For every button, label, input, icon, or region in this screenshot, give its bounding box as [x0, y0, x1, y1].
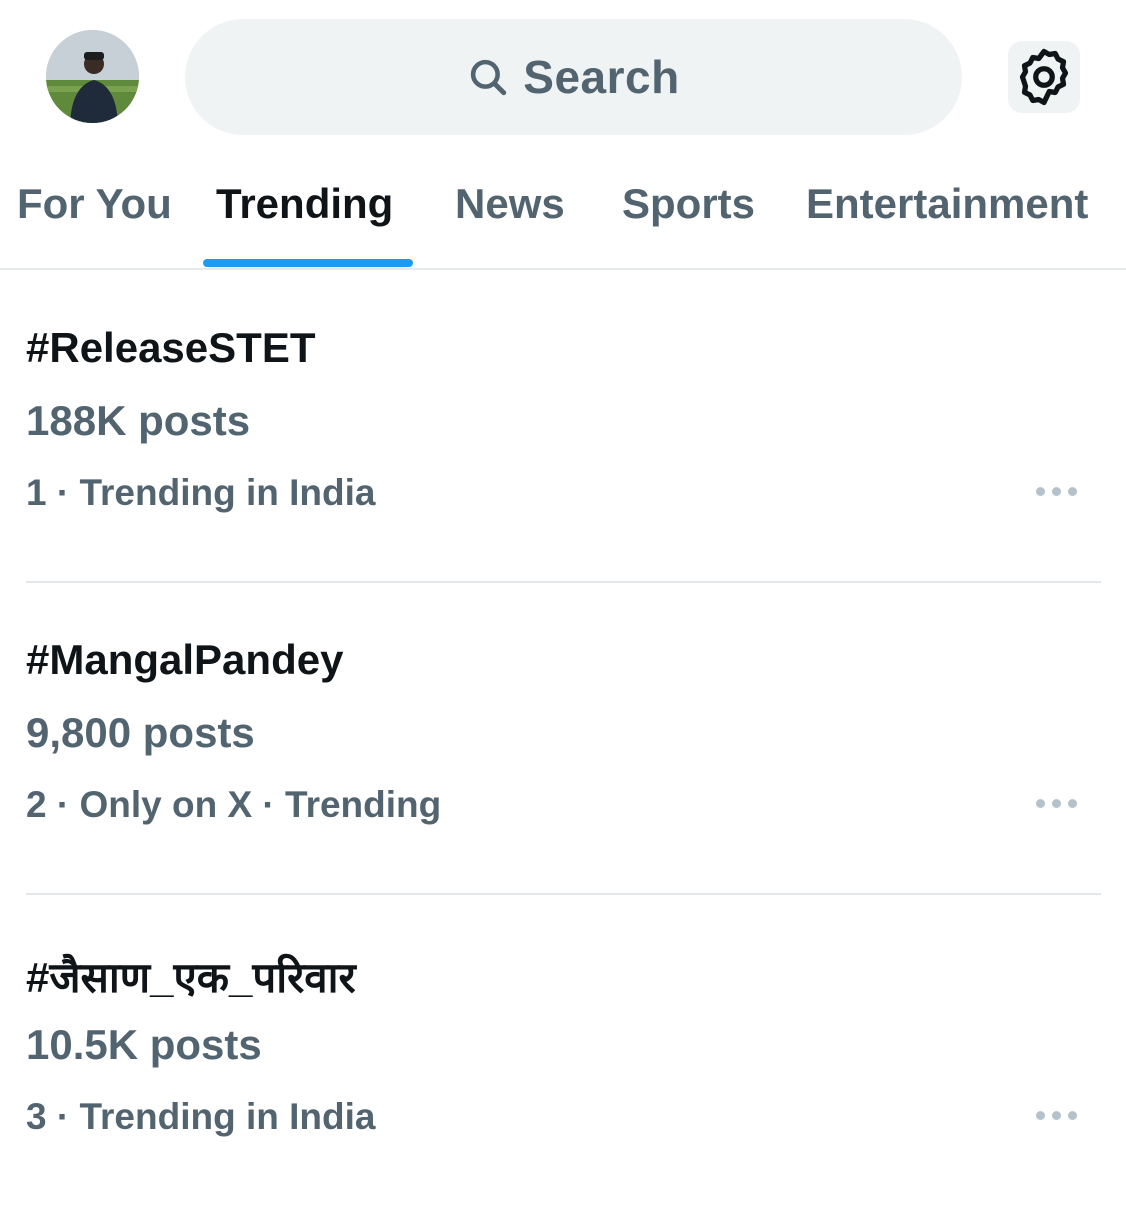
- tab-sports[interactable]: Sports: [622, 180, 755, 228]
- search-label: Search: [523, 51, 680, 103]
- more-dot-icon: [1035, 486, 1045, 496]
- gear-icon: [1019, 48, 1069, 106]
- trend-post-count: 188K posts: [26, 397, 251, 444]
- tab-news[interactable]: News: [455, 180, 565, 228]
- trend-context: 2 · Only on X · Trending: [26, 784, 442, 825]
- more-dot-icon: [1035, 1110, 1045, 1120]
- trend-title: #ReleaseSTET: [26, 324, 316, 371]
- trend-post-count: 9,800 posts: [26, 709, 255, 756]
- more-options-button[interactable]: [1026, 471, 1086, 511]
- tab-entertainment[interactable]: Entertainment: [806, 180, 1088, 228]
- active-tab-indicator: [203, 259, 413, 267]
- more-dot-icon: [1051, 798, 1061, 808]
- more-options-button[interactable]: [1026, 783, 1086, 823]
- more-dot-icon: [1067, 1110, 1077, 1120]
- tab-bar: For You Trending News Sports Entertainme…: [0, 150, 1126, 270]
- more-dot-icon: [1051, 1110, 1061, 1120]
- top-bar: Search: [0, 0, 1126, 150]
- search-icon: [471, 59, 507, 96]
- trend-context: 1 · Trending in India: [26, 472, 376, 513]
- settings-button[interactable]: [1008, 41, 1080, 113]
- profile-avatar[interactable]: [46, 30, 139, 123]
- more-dot-icon: [1051, 486, 1061, 496]
- more-dot-icon: [1035, 798, 1045, 808]
- trend-item[interactable]: #MangalPandey 9,800 posts 2 · Only on X …: [26, 582, 1101, 895]
- tab-for-you[interactable]: For You: [17, 180, 172, 228]
- avatar-photo: [46, 30, 139, 123]
- tab-trending[interactable]: Trending: [216, 180, 393, 228]
- trend-post-count: 10.5K posts: [26, 1021, 262, 1068]
- more-dot-icon: [1067, 798, 1077, 808]
- more-options-button[interactable]: [1026, 1095, 1086, 1135]
- trend-item[interactable]: #ReleaseSTET 188K posts 1 · Trending in …: [26, 270, 1101, 583]
- more-dot-icon: [1067, 486, 1077, 496]
- trend-title: #जैसाण_एक_परिवार: [26, 954, 356, 1001]
- search-bar[interactable]: Search: [185, 19, 962, 135]
- trend-context: 3 · Trending in India: [26, 1096, 376, 1137]
- trend-title: #MangalPandey: [26, 636, 344, 683]
- trend-item[interactable]: #जैसाण_एक_परिवार 10.5K posts 3 · Trendin…: [26, 894, 1101, 1205]
